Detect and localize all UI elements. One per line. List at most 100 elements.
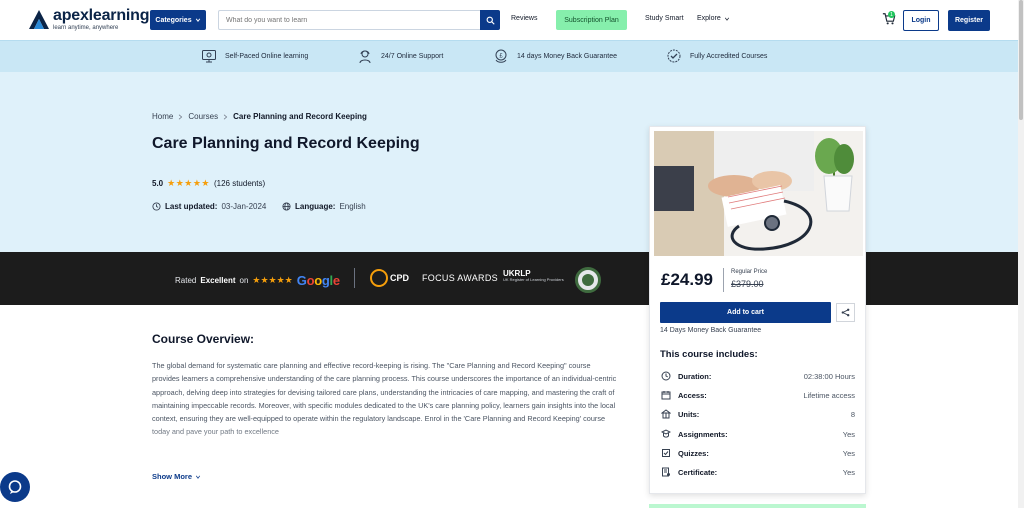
course-photo (654, 131, 863, 256)
logo-tagline: learn anytime, anywhere (53, 25, 119, 31)
feature-support: 24/7 Online Support (357, 47, 443, 65)
chat-widget-button[interactable] (0, 472, 30, 502)
student-count: (126 students) (213, 179, 266, 188)
scrollbar-thumb[interactable] (1019, 0, 1023, 120)
focus-awards-logo: FOCUS AWARDS (422, 273, 498, 283)
share-button[interactable] (836, 303, 855, 322)
include-duration: Duration: 02:38:00 Hours (660, 369, 855, 383)
language-value: English (339, 202, 366, 211)
include-label: Certificate: (678, 467, 718, 477)
breadcrumb-home[interactable]: Home (152, 112, 173, 121)
regular-price: £379.00 (731, 279, 764, 289)
nav-explore[interactable]: Explore (697, 15, 730, 22)
language: Language: English (282, 202, 366, 211)
last-updated-label: Last updated: (165, 202, 218, 211)
feature-self-paced: Self-Paced Online learning (201, 47, 308, 65)
include-certificate: Certificate: Yes (660, 465, 855, 479)
chevron-right-icon (179, 113, 183, 120)
feature-label: Self-Paced Online learning (225, 52, 309, 60)
money-back-guarantee: 14 Days Money Back Guarantee (660, 327, 762, 334)
assignment-icon (660, 428, 672, 440)
include-access: Access: Lifetime access (660, 388, 855, 402)
share-icon (841, 308, 850, 317)
price-divider (723, 268, 724, 292)
clock-icon (660, 370, 672, 382)
clock-icon (152, 202, 161, 211)
monitor-icon (202, 50, 216, 63)
categories-label: Categories (155, 16, 192, 24)
include-value: 8 (850, 409, 855, 419)
feature-label: 24/7 Online Support (381, 52, 444, 60)
accredited-badge-icon (667, 49, 681, 63)
include-units: Units: 8 (660, 407, 855, 421)
include-assignments: Assignments: Yes (660, 427, 855, 441)
chat-icon (8, 480, 22, 494)
logo-name: apexlearning (53, 7, 150, 24)
cpd-label: CPD (390, 273, 410, 283)
search-icon (486, 16, 495, 25)
current-price: £24.99 (661, 270, 713, 289)
last-updated: Last updated: 03-Jan-2024 (152, 202, 266, 211)
cart-count-badge: 1 (888, 11, 895, 18)
include-quizzes: Quizzes: Yes (660, 446, 855, 460)
search-bar (218, 10, 500, 30)
purchase-card: £24.99 Regular Price £379.00 Add to cart… (649, 126, 866, 494)
last-updated-date: 03-Jan-2024 (221, 202, 267, 211)
register-button[interactable]: Register (948, 10, 990, 31)
ukrlp-sub: UK Register of Learning Providers (503, 277, 564, 282)
search-button[interactable] (480, 10, 500, 30)
page: apexlearning learn anytime, anywhere Cat… (0, 0, 1024, 508)
rated-excellent: Rated Excellent on ★★★★★ Google (175, 273, 340, 288)
globe-icon (282, 202, 291, 211)
nav-study-smart[interactable]: Study Smart (645, 15, 684, 22)
feature-label: Fully Accredited Courses (690, 52, 768, 60)
chevron-down-icon (195, 18, 200, 22)
includes-title: This course includes: (660, 349, 758, 360)
cpd-logo: CPD (370, 269, 409, 287)
show-more-button[interactable]: Show More (152, 472, 201, 481)
course-rating: 5.0 ★★★★★ (126 students) (152, 178, 265, 189)
chevron-down-icon (195, 475, 201, 479)
breadcrumb-current: Care Planning and Record Keeping (233, 112, 367, 121)
course-overview-title: Course Overview: (152, 332, 255, 346)
categories-button[interactable]: Categories (150, 10, 206, 30)
site-header: apexlearning learn anytime, anywhere Cat… (0, 0, 1018, 40)
google-logo: Google (296, 273, 340, 288)
course-title: Care Planning and Record Keeping (152, 135, 420, 152)
subscription-plan-button[interactable]: Subscription Plan (556, 10, 627, 30)
calendar-icon (660, 389, 672, 401)
ukrlp-logo: UKRLP UK Register of Learning Providers (503, 270, 564, 282)
text-fade-overlay (152, 420, 618, 468)
logo[interactable]: apexlearning learn anytime, anywhere (28, 7, 150, 31)
svg-text:£: £ (499, 54, 503, 60)
units-icon (660, 408, 672, 420)
course-image (654, 131, 863, 256)
include-value: 02:38:00 Hours (803, 371, 855, 381)
rating-stars: ★★★★★ (167, 178, 210, 188)
include-value: Yes (842, 467, 855, 477)
breadcrumb-courses[interactable]: Courses (188, 112, 218, 121)
trust-stars: ★★★★★ (252, 275, 293, 285)
include-label: Units: (678, 409, 700, 419)
nav-reviews[interactable]: Reviews (511, 15, 537, 22)
features-bar: Self-Paced Online learning 24/7 Online S… (0, 40, 1018, 72)
accreditation-seal-icon (575, 267, 601, 293)
show-more-label: Show More (152, 472, 193, 481)
include-label: Quizzes: (678, 448, 709, 458)
money-back-icon: £ (495, 49, 507, 63)
divider (354, 268, 355, 288)
feature-money-back: £ 14 days Money Back Guarantee (493, 47, 617, 65)
on-label: on (239, 276, 249, 285)
include-value: Lifetime access (803, 390, 855, 400)
feature-accredited: Fully Accredited Courses (666, 47, 767, 65)
nav-explore-label: Explore (697, 15, 721, 22)
regular-price-label: Regular Price (731, 269, 768, 275)
login-button[interactable]: Login (903, 10, 939, 31)
include-label: Duration: (678, 371, 712, 381)
search-input[interactable] (219, 16, 481, 24)
chevron-down-icon (724, 17, 729, 21)
include-label: Access: (678, 390, 707, 400)
language-label: Language: (295, 202, 336, 211)
add-to-cart-button[interactable]: Add to cart (660, 302, 831, 323)
support-agent-icon (359, 50, 371, 64)
